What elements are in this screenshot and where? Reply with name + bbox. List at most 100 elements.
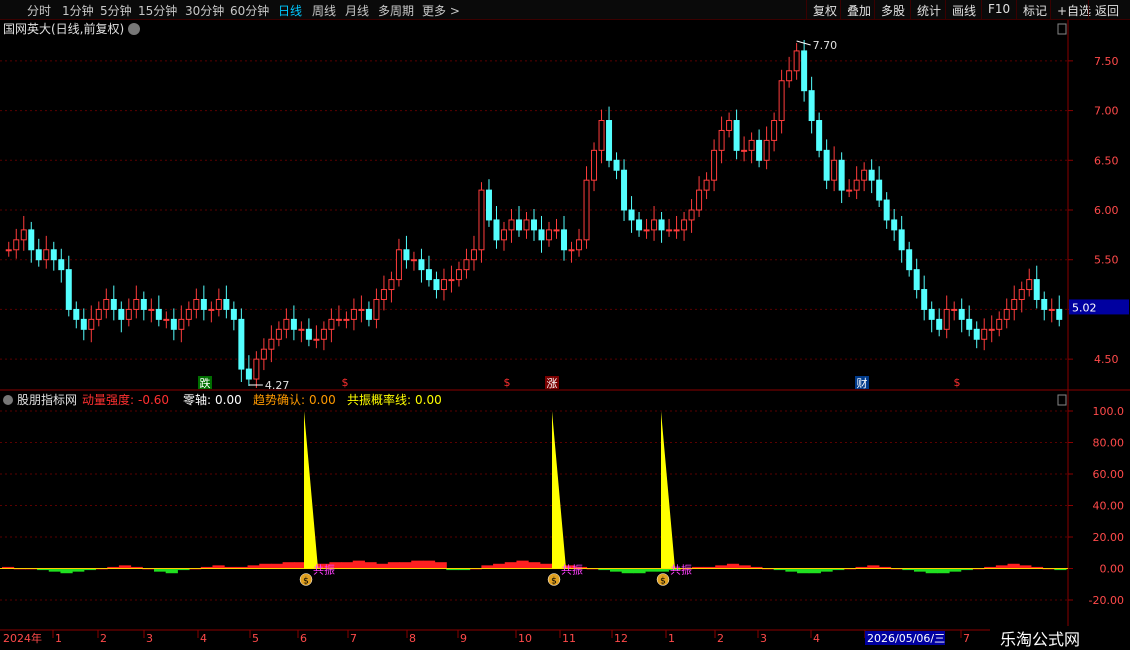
candle-body-13 <box>103 298 110 310</box>
candle-body-119 <box>898 229 905 251</box>
momentum-bar-32 <box>376 563 389 569</box>
period-tab-0[interactable]: 分时 <box>27 2 51 19</box>
candle-body-56 <box>425 269 432 281</box>
indicator-dropdown-icon <box>3 395 13 405</box>
period-tab-7[interactable]: 周线 <box>312 2 336 19</box>
candle-body-65 <box>493 219 500 241</box>
candle-body-6 <box>50 249 57 261</box>
toolbar-button-6[interactable]: 标记 <box>1016 0 1053 19</box>
candle-body-46 <box>350 308 357 320</box>
candle-body-49 <box>373 298 380 320</box>
momentum-bar-30 <box>352 560 365 569</box>
candle-body-87 <box>658 219 665 231</box>
candle-body-68 <box>515 219 522 231</box>
candle-body-89 <box>673 229 680 232</box>
candle-body-95 <box>718 129 725 151</box>
candle-body-22 <box>170 318 177 330</box>
candle-body-140 <box>1056 308 1063 320</box>
time-label-15: 3 <box>760 632 767 645</box>
candle-body-51 <box>388 279 395 291</box>
candle-body-37 <box>283 318 290 330</box>
indicator-field-value-3: 0.00 <box>415 393 442 407</box>
candle-body-102 <box>771 120 778 141</box>
momentum-bar-36 <box>422 560 436 569</box>
toolbar-button-4[interactable]: 画线 <box>945 0 982 19</box>
momentum-bar-29 <box>341 562 354 569</box>
momentum-bar-35 <box>411 560 424 569</box>
momentum-bar-42 <box>493 563 506 569</box>
candle-body-108 <box>816 120 823 151</box>
candle-body-120 <box>906 249 913 271</box>
candle-body-39 <box>298 328 305 331</box>
time-label-8: 8 <box>409 632 416 645</box>
high-label: 7.70 <box>813 39 838 52</box>
price-label-1: 7.00 <box>1094 105 1119 118</box>
candle-body-77 <box>583 179 590 241</box>
candle-body-98 <box>741 149 748 152</box>
price-label-0: 7.50 <box>1094 55 1119 68</box>
time-label-12: 12 <box>614 632 628 645</box>
candle-body-4 <box>35 249 42 261</box>
toolbar-button-1[interactable]: 叠加 <box>840 0 877 19</box>
candle-body-90 <box>681 219 688 231</box>
candle-body-8 <box>65 269 72 310</box>
period-tab-9[interactable]: 多周期 <box>378 2 414 19</box>
candle-body-136 <box>1026 279 1033 291</box>
candle-body-29 <box>223 298 230 310</box>
candle-body-36 <box>275 328 282 340</box>
candle-body-70 <box>531 219 537 231</box>
candle-body-67 <box>508 219 515 231</box>
momentum-bar-43 <box>504 562 517 569</box>
toolbar-button-5[interactable]: F10 <box>981 0 1016 19</box>
indicator-field-value-0: -0.60 <box>138 393 169 407</box>
candle-body-117 <box>883 199 890 221</box>
panel-toggle-icon <box>1057 23 1067 35</box>
candle-body-42 <box>320 328 327 340</box>
candle-body-48 <box>365 308 372 320</box>
period-tab-5[interactable]: 60分钟 <box>230 2 269 19</box>
candle-body-11 <box>88 318 95 330</box>
candle-body-85 <box>643 229 650 232</box>
candle-body-60 <box>455 269 462 281</box>
period-tab-6[interactable]: 日线 <box>278 2 302 19</box>
candle-body-82 <box>621 169 628 211</box>
candle-body-83 <box>628 209 635 221</box>
period-tab-8[interactable]: 月线 <box>345 2 369 19</box>
indicator-field-label-0: 动量强度: <box>82 392 134 407</box>
event-marker-4: 财 <box>857 376 868 390</box>
indicator-field-label-2: 趋势确认: <box>253 393 305 407</box>
candle-body-128 <box>966 318 973 330</box>
momentum-bar-23 <box>270 563 284 569</box>
period-tab-3[interactable]: 15分钟 <box>138 2 177 19</box>
chart-area: 国网英大(日线,前复权)7.507.006.506.005.505.004.50… <box>0 20 1130 650</box>
momentum-bar-44 <box>516 560 529 569</box>
low-label: 4.27 <box>265 379 290 392</box>
candle-body-41 <box>313 338 320 341</box>
period-tab-1[interactable]: 1分钟 <box>62 2 94 19</box>
candle-body-106 <box>801 50 808 92</box>
candle-body-110 <box>831 159 838 181</box>
period-tab-4[interactable]: 30分钟 <box>185 2 224 19</box>
candle-body-43 <box>328 318 335 330</box>
dropdown-icon <box>128 23 140 35</box>
period-tab-2[interactable]: 5分钟 <box>100 2 132 19</box>
candle-body-111 <box>838 159 845 191</box>
momentum-bar-24 <box>282 562 295 569</box>
candle-body-3 <box>28 229 35 251</box>
candle-body-73 <box>553 229 560 232</box>
toolbar-button-0[interactable]: 复权 <box>806 0 843 19</box>
toolbar-button-8[interactable]: 返回 <box>1088 0 1125 19</box>
candle-body-133 <box>1003 308 1010 320</box>
time-label-2: 2 <box>100 632 107 645</box>
time-label-6: 6 <box>300 632 307 645</box>
period-tab-10[interactable]: 更多 > <box>422 2 460 19</box>
toolbar-button-3[interactable]: 统计 <box>910 0 947 19</box>
candle-body-10 <box>80 318 87 330</box>
time-label-0: 2024年 <box>3 631 42 645</box>
high-pointer <box>796 40 811 46</box>
time-label-1: 1 <box>55 632 62 645</box>
candle-body-84 <box>636 219 643 231</box>
toolbar-button-2[interactable]: 多股 <box>874 0 911 19</box>
candle-body-96 <box>726 120 733 131</box>
momentum-bar-80 <box>937 568 950 574</box>
